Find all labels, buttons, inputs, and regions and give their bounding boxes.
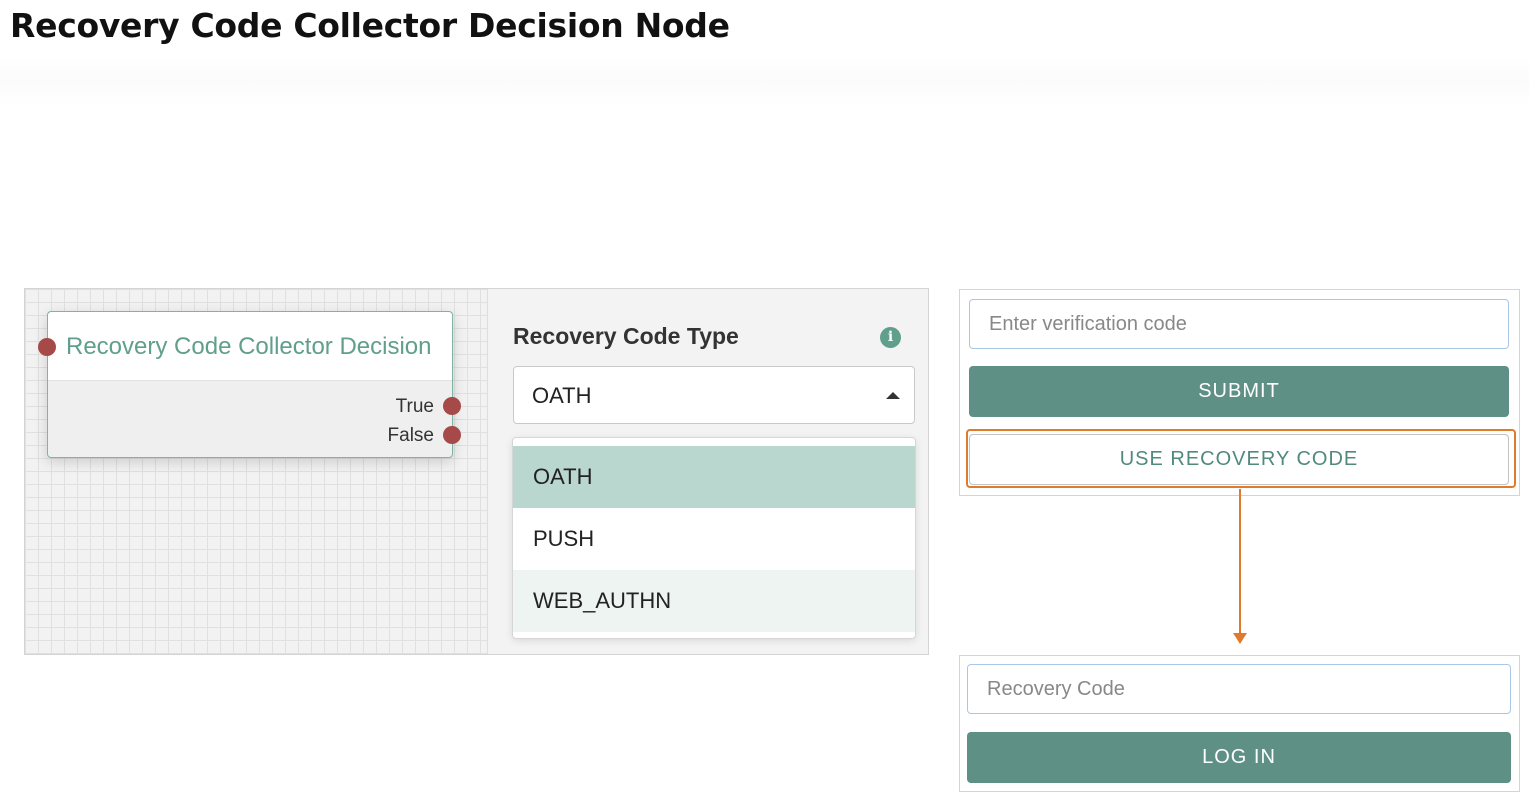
recovery-code-input[interactable]: [967, 664, 1511, 714]
recovery-panel: LOG IN: [959, 655, 1520, 792]
connector-line: [1239, 489, 1241, 635]
recovery-code-type-label: Recovery Code Type: [513, 323, 739, 349]
option-push[interactable]: PUSH: [513, 508, 915, 570]
outcome-true-port[interactable]: [443, 397, 461, 415]
dropdown-menu: OATH PUSH WEB_AUTHN: [512, 437, 916, 639]
outcome-false-port[interactable]: [443, 426, 461, 444]
outcome-false-label: False: [387, 425, 434, 446]
log-in-button[interactable]: LOG IN: [967, 732, 1511, 783]
caret-up-icon: [886, 392, 900, 399]
editor-panel: Recovery Code Collector Decision True Fa…: [24, 288, 929, 655]
verification-panel: SUBMIT USE RECOVERY CODE: [959, 289, 1520, 496]
input-port[interactable]: [38, 338, 56, 356]
tree-canvas[interactable]: Recovery Code Collector Decision True Fa…: [25, 289, 488, 654]
page-title: Recovery Code Collector Decision Node: [10, 6, 730, 45]
option-oath[interactable]: OATH: [513, 446, 915, 508]
arrow-down-icon: [1233, 633, 1247, 644]
use-recovery-code-button[interactable]: USE RECOVERY CODE: [969, 434, 1509, 485]
submit-button[interactable]: SUBMIT: [969, 366, 1509, 417]
select-value: OATH: [532, 383, 592, 408]
node-header: Recovery Code Collector Decision: [38, 312, 452, 381]
title-band: [0, 56, 1529, 108]
option-web-authn[interactable]: WEB_AUTHN: [513, 570, 915, 632]
node-title: Recovery Code Collector Decision: [66, 333, 432, 360]
recovery-code-type-select[interactable]: OATH: [513, 366, 915, 424]
info-icon[interactable]: i: [880, 327, 901, 348]
verification-code-input[interactable]: [969, 299, 1509, 349]
outcome-true-label: True: [395, 396, 434, 417]
decision-node[interactable]: Recovery Code Collector Decision True Fa…: [38, 311, 461, 458]
